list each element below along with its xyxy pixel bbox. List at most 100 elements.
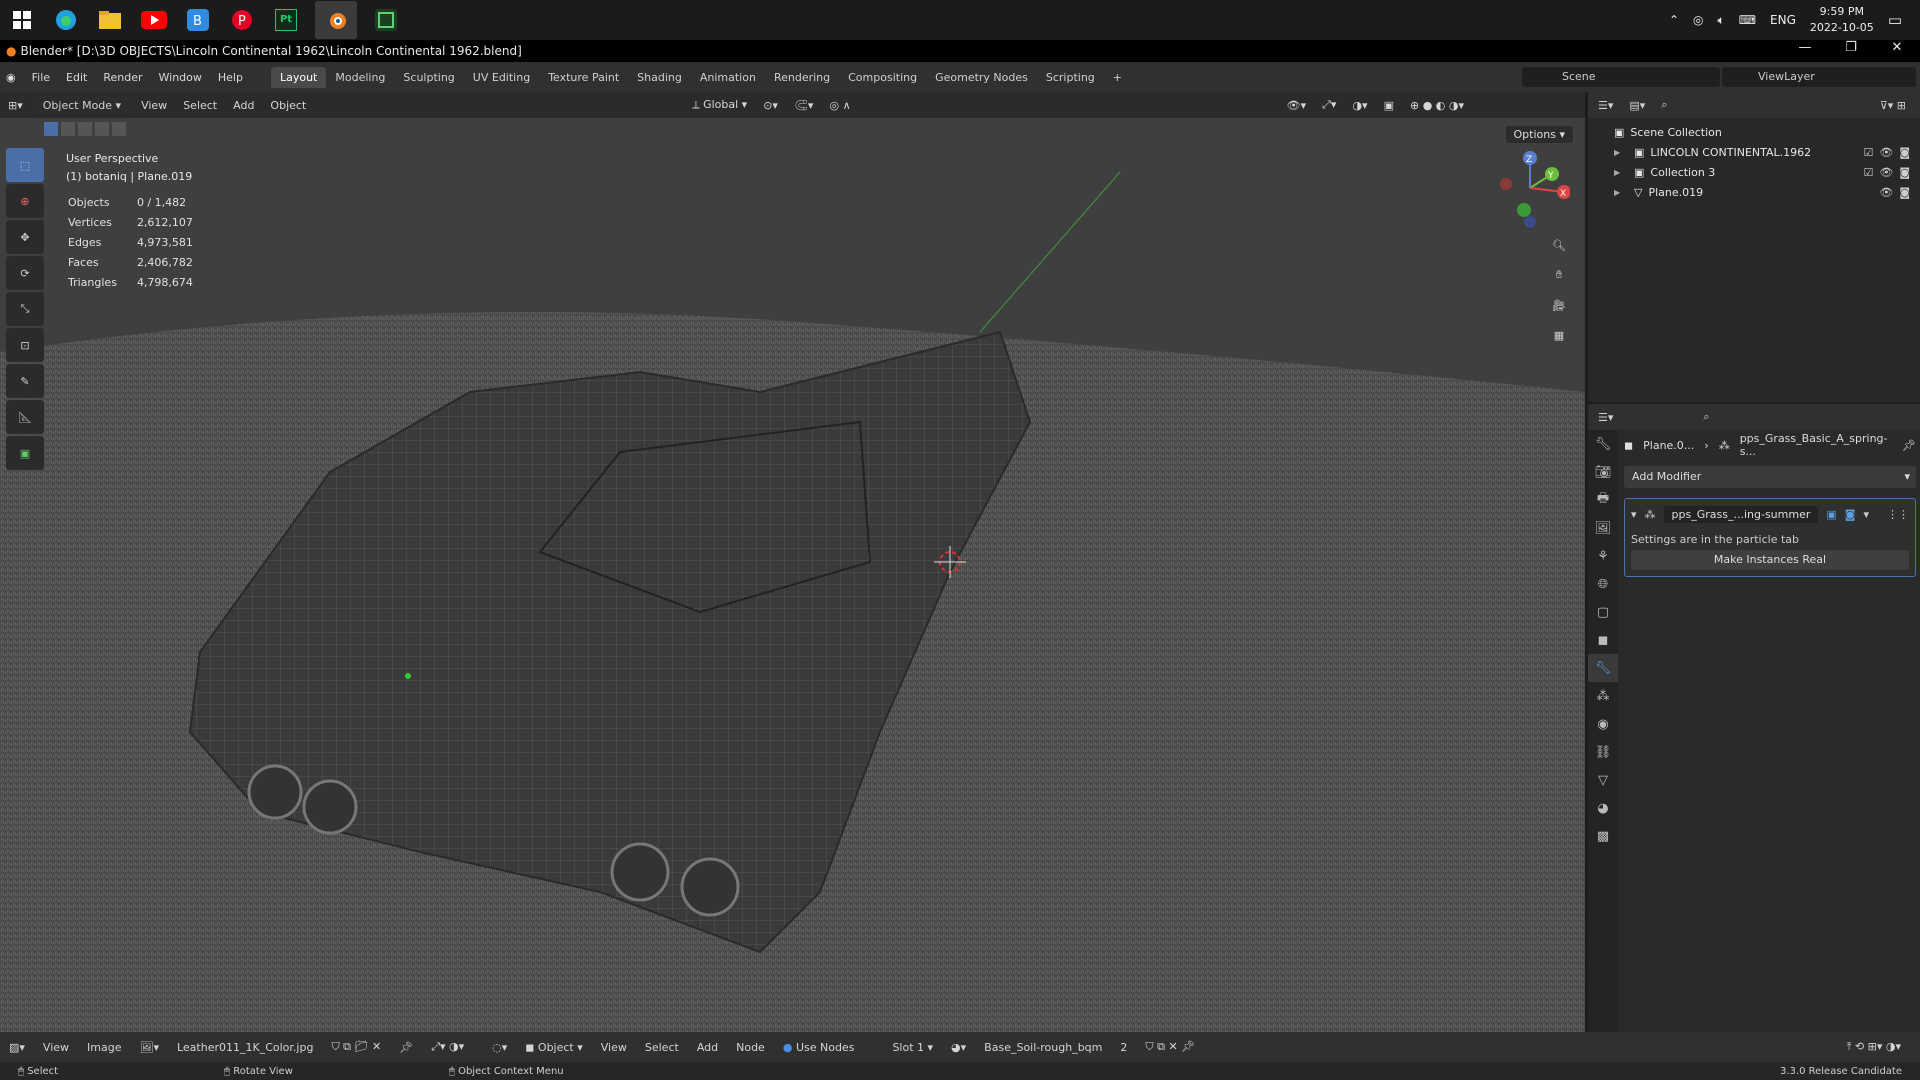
- select-invert-icon[interactable]: [95, 122, 109, 136]
- object-mode-dropdown[interactable]: Object Mode ▾: [34, 95, 130, 115]
- camera-icon[interactable]: ◙: [1899, 146, 1910, 159]
- cursor-tool-icon[interactable]: ⊕: [6, 184, 44, 218]
- fake-user-icon[interactable]: ⛉ ⧉ 📁︎ ✕: [322, 1040, 390, 1054]
- editor-type-icon[interactable]: ⊞▾: [0, 99, 31, 112]
- eye-icon[interactable]: 👁︎: [1879, 186, 1893, 199]
- minimize-icon[interactable]: —: [1782, 40, 1828, 55]
- edge-icon[interactable]: [51, 5, 81, 35]
- tool-tab-icon[interactable]: 🔧︎: [1588, 430, 1618, 458]
- bluestacks-icon[interactable]: B: [183, 5, 213, 35]
- restore-icon[interactable]: ❐: [1828, 40, 1874, 55]
- pin-icon[interactable]: 📌︎: [1902, 439, 1916, 452]
- show-viewport-icon[interactable]: ▣: [1826, 508, 1836, 521]
- windows-start-icon[interactable]: [7, 5, 37, 35]
- measure-tool-icon[interactable]: 📐︎: [6, 400, 44, 434]
- object-tab-icon[interactable]: ◼: [1588, 626, 1618, 654]
- menu-help[interactable]: Help: [210, 71, 251, 84]
- display-mode-icon[interactable]: ▤▾: [1629, 99, 1645, 112]
- menu-node[interactable]: Node: [727, 1041, 774, 1054]
- material-tab-icon[interactable]: ◕: [1588, 794, 1618, 822]
- outliner-search-icon[interactable]: ⌕: [1661, 98, 1667, 112]
- node-overlay-icon[interactable]: ⤒ ⟲ ⊞▾ ◑▾: [1838, 1040, 1910, 1054]
- menu-view[interactable]: View: [133, 99, 175, 112]
- app-icon[interactable]: [371, 5, 401, 35]
- menu-edit[interactable]: Edit: [58, 71, 95, 84]
- navigation-gizmo[interactable]: Z Y X: [1490, 148, 1570, 228]
- image-editor-type-icon[interactable]: ▨▾: [0, 1041, 34, 1054]
- transform-tool-icon[interactable]: ⊡: [6, 328, 44, 362]
- material-actions-icon[interactable]: ⛉ ⧉ ✕ 📌︎: [1136, 1040, 1204, 1054]
- tab-uv-editing[interactable]: UV Editing: [464, 67, 539, 88]
- proportional-edit-icon[interactable]: ◎ ∧: [821, 99, 858, 112]
- node-editor-type-icon[interactable]: ◌▾: [483, 1041, 516, 1054]
- menu-node-select[interactable]: Select: [636, 1041, 688, 1054]
- eye-icon[interactable]: 👁︎: [1879, 146, 1893, 159]
- texture-tab-icon[interactable]: ▩: [1588, 822, 1618, 850]
- annotate-tool-icon[interactable]: ✎: [6, 364, 44, 398]
- menu-image-view[interactable]: View: [34, 1041, 78, 1054]
- snap-icon[interactable]: 🧲︎▾: [786, 99, 822, 112]
- expand-arrow-icon[interactable]: ▶: [1614, 148, 1628, 157]
- menu-select[interactable]: Select: [175, 99, 225, 112]
- clock[interactable]: 9:59 PM 2022-10-05: [1810, 4, 1874, 36]
- options-dropdown[interactable]: Options ▾: [1505, 126, 1573, 143]
- tab-scripting[interactable]: Scripting: [1037, 67, 1104, 88]
- menu-image[interactable]: Image: [78, 1041, 130, 1054]
- menu-node-view[interactable]: View: [592, 1041, 636, 1054]
- file-explorer-icon[interactable]: [95, 5, 125, 35]
- image-browse-icon[interactable]: 🖼︎▾: [130, 1041, 168, 1054]
- menu-add[interactable]: Add: [225, 99, 262, 112]
- dropdown-icon[interactable]: ▾: [1863, 508, 1869, 521]
- select-subtract-icon[interactable]: [78, 122, 92, 136]
- speaker-icon[interactable]: 🔈︎: [1717, 13, 1724, 28]
- world-tab-icon[interactable]: 🌐︎: [1588, 570, 1618, 598]
- object-type-dropdown[interactable]: ◼ Object ▾: [516, 1041, 592, 1054]
- menu-object[interactable]: Object: [262, 99, 314, 112]
- outliner-row-plane019[interactable]: ▶ ▽ Plane.019 👁︎ ◙: [1614, 182, 1920, 202]
- expand-arrow-icon[interactable]: ▶: [1614, 188, 1628, 197]
- tab-rendering[interactable]: Rendering: [765, 67, 839, 88]
- tab-geometry-nodes[interactable]: Geometry Nodes: [926, 67, 1037, 88]
- tab-layout[interactable]: Layout: [270, 66, 327, 88]
- keyboard-icon[interactable]: ⌨: [1739, 13, 1756, 27]
- modifier-name-field[interactable]: pps_Grass_...ing-summer: [1663, 505, 1819, 523]
- close-icon[interactable]: ✕: [1874, 40, 1920, 55]
- zoom-icon[interactable]: 🔍︎: [1546, 232, 1572, 258]
- material-browse-icon[interactable]: ◕▾: [942, 1041, 975, 1054]
- 3d-viewport[interactable]: ⊞▾ Object Mode ▾ View Select Add Object …: [0, 92, 1585, 1032]
- chevron-up-icon[interactable]: ⌃: [1669, 13, 1679, 27]
- properties-editor-type-icon[interactable]: ☰▾: [1598, 411, 1613, 424]
- pt-icon[interactable]: Pt: [271, 5, 301, 35]
- drag-handle-icon[interactable]: ⋮⋮: [1887, 508, 1909, 521]
- use-nodes-toggle[interactable]: ● Use Nodes: [774, 1041, 864, 1054]
- image-name-field[interactable]: Leather011_1K_Color.jpg: [168, 1041, 322, 1054]
- move-tool-icon[interactable]: ✥: [6, 220, 44, 254]
- scale-tool-icon[interactable]: ⤡: [6, 292, 44, 326]
- scene-selector[interactable]: Scene: [1522, 67, 1720, 87]
- tab-animation[interactable]: Animation: [691, 67, 765, 88]
- render-tab-icon[interactable]: 📷︎: [1588, 458, 1618, 486]
- select-new-icon[interactable]: [44, 122, 58, 136]
- collapse-arrow-icon[interactable]: ▾: [1631, 508, 1637, 521]
- gizmo-toggle-icon[interactable]: ⤢▾: [1314, 98, 1344, 112]
- menu-file[interactable]: File: [24, 71, 58, 84]
- rotate-tool-icon[interactable]: ⟳: [6, 256, 44, 290]
- eye-icon[interactable]: 👁︎: [1879, 166, 1893, 179]
- add-workspace-icon[interactable]: +: [1104, 67, 1131, 88]
- youtube-icon[interactable]: [139, 5, 169, 35]
- modifier-tab-icon[interactable]: 🔧︎: [1588, 654, 1618, 682]
- make-instances-real-button[interactable]: Make Instances Real: [1631, 550, 1909, 570]
- show-render-icon[interactable]: ◙: [1845, 508, 1856, 521]
- slot-dropdown[interactable]: Slot 1 ▾: [883, 1041, 942, 1054]
- outliner-row-lincoln[interactable]: ▶ ▣ LINCOLN CONTINENTAL.1962 ☑ 👁︎ ◙: [1614, 142, 1920, 162]
- tab-sculpting[interactable]: Sculpting: [394, 67, 463, 88]
- blender-menu-icon[interactable]: ◉: [6, 71, 16, 84]
- pinterest-icon[interactable]: P: [227, 5, 257, 35]
- globe-icon[interactable]: ◎: [1693, 13, 1703, 27]
- checkbox-icon[interactable]: ☑: [1863, 166, 1873, 179]
- menu-render[interactable]: Render: [95, 71, 150, 84]
- select-intersect-icon[interactable]: [112, 122, 126, 136]
- tab-compositing[interactable]: Compositing: [839, 67, 926, 88]
- select-extend-icon[interactable]: [61, 122, 75, 136]
- pan-hand-icon[interactable]: ✋︎: [1546, 262, 1572, 288]
